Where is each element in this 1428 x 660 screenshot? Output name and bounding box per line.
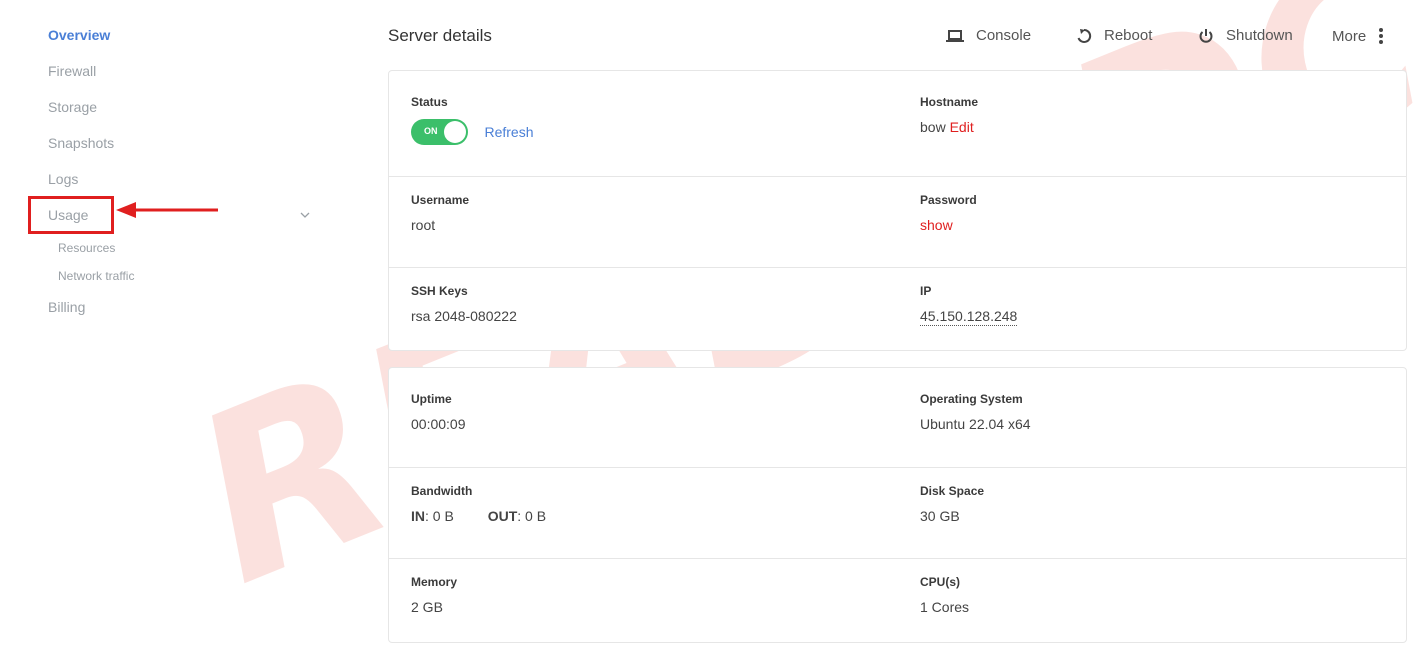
uptime-label: Uptime: [411, 392, 452, 406]
status-row: Status ON Refresh Hostname bow Edit: [389, 71, 1406, 176]
cpu-field: CPU(s) 1 Cores: [920, 575, 969, 615]
ssh-keys-label: SSH Keys: [411, 284, 468, 298]
hostname-label: Hostname: [920, 95, 979, 109]
kebab-menu-icon: [1379, 28, 1384, 44]
memory-field: Memory 2 GB: [411, 575, 457, 615]
hardware-row: Memory 2 GB CPU(s) 1 Cores: [389, 558, 1406, 644]
sidebar-item-logs[interactable]: Logs: [48, 171, 78, 187]
status-label: Status: [411, 95, 448, 109]
uptime-field: Uptime 00:00:09: [411, 392, 466, 432]
uptime-row: Uptime 00:00:09 Operating System Ubuntu …: [389, 368, 1406, 467]
refresh-icon: [1077, 28, 1092, 43]
toggle-knob: [444, 121, 466, 143]
status-field: Status ON Refresh: [411, 95, 533, 145]
shutdown-button[interactable]: Shutdown: [1198, 27, 1293, 44]
sidebar-subitem-resources[interactable]: Resources: [58, 241, 115, 255]
ssh-keys-value: rsa 2048-080222: [411, 308, 517, 324]
shutdown-label: Shutdown: [1226, 27, 1293, 44]
server-details-card: Status ON Refresh Hostname bow Edit User…: [388, 70, 1407, 351]
reboot-button[interactable]: Reboot: [1076, 27, 1152, 44]
more-button[interactable]: More: [1332, 27, 1384, 45]
memory-value: 2 GB: [411, 599, 443, 615]
pointer-arrow: [116, 202, 218, 218]
bandwidth-label: Bandwidth: [411, 484, 473, 498]
ip-field: IP 45.150.128.248: [920, 284, 1018, 326]
console-label: Console: [976, 27, 1032, 44]
memory-label: Memory: [411, 575, 458, 589]
os-value: Ubuntu 22.04 x64: [920, 416, 1031, 432]
sidebar: Overview Firewall Storage Snapshots Logs…: [0, 0, 330, 660]
ip-value[interactable]: 45.150.128.248: [920, 308, 1018, 326]
laptop-icon: [946, 29, 964, 42]
os-field: Operating System Ubuntu 22.04 x64: [920, 392, 1031, 432]
sidebar-subitem-network-traffic[interactable]: Network traffic: [58, 269, 134, 283]
power-icon: [1199, 28, 1213, 43]
more-label: More: [1332, 27, 1367, 45]
hostname-edit-link[interactable]: Edit: [950, 119, 974, 135]
bandwidth-out-value: : 0 B: [517, 508, 547, 524]
password-field: Password show: [920, 193, 977, 233]
disk-space-value: 30 GB: [920, 508, 960, 524]
power-toggle[interactable]: ON: [411, 119, 468, 145]
username-label: Username: [411, 193, 470, 207]
hostname-field: Hostname bow Edit: [920, 95, 978, 135]
usage-highlight-box: [28, 196, 114, 234]
sidebar-item-snapshots[interactable]: Snapshots: [48, 135, 114, 151]
disk-space-label: Disk Space: [920, 484, 985, 498]
password-label: Password: [920, 193, 977, 207]
disk-space-field: Disk Space 30 GB: [920, 484, 984, 524]
ip-label: IP: [920, 284, 932, 298]
username-value: root: [411, 217, 436, 233]
sidebar-item-overview[interactable]: Overview: [48, 27, 110, 43]
reboot-label: Reboot: [1104, 27, 1153, 44]
network-row: SSH Keys rsa 2048-080222 IP 45.150.128.2…: [389, 267, 1406, 352]
status-controls: ON Refresh: [411, 119, 533, 145]
chevron-down-icon[interactable]: [298, 208, 312, 222]
bandwidth-row: Bandwidth IN: 0 B OUT: 0 B Disk Space 30…: [389, 467, 1406, 558]
sidebar-item-billing[interactable]: Billing: [48, 299, 85, 315]
uptime-value: 00:00:09: [411, 416, 466, 432]
cpu-label: CPU(s): [920, 575, 961, 589]
toggle-text: ON: [424, 126, 438, 136]
credentials-row: Username root Password show: [389, 176, 1406, 267]
password-show-link[interactable]: show: [920, 217, 977, 233]
ssh-keys-field: SSH Keys rsa 2048-080222: [411, 284, 517, 324]
bandwidth-in-value: : 0 B: [425, 508, 454, 524]
bandwidth-out-label: OUT: [487, 508, 518, 524]
os-label: Operating System: [920, 392, 1023, 406]
console-button[interactable]: Console: [946, 27, 1031, 44]
page-title: Server details: [388, 26, 492, 45]
server-stats-card: Uptime 00:00:09 Operating System Ubuntu …: [388, 367, 1407, 643]
refresh-link[interactable]: Refresh: [484, 124, 533, 140]
bandwidth-field: Bandwidth IN: 0 B OUT: 0 B: [411, 484, 546, 524]
cpu-value: 1 Cores: [920, 599, 970, 615]
username-field: Username root: [411, 193, 469, 233]
bandwidth-in-label: IN: [411, 508, 425, 524]
hostname-value: bow: [920, 119, 946, 135]
sidebar-item-firewall[interactable]: Firewall: [48, 63, 96, 79]
sidebar-item-storage[interactable]: Storage: [48, 99, 97, 115]
